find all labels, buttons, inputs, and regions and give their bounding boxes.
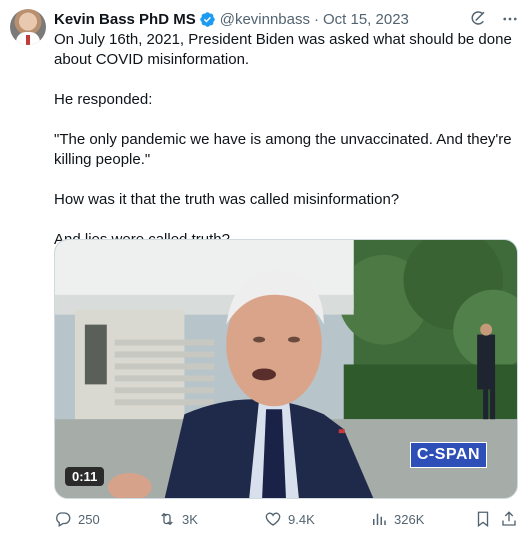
tweet-actions: 250 3K 9.4K 326K (54, 510, 522, 530)
share-icon (502, 511, 516, 526)
avatar[interactable] (10, 9, 46, 45)
views-icon (373, 513, 386, 525)
views-button[interactable]: 326K (370, 510, 424, 528)
views-count: 326K (394, 511, 425, 527)
tweet-paragraph: He responded: (54, 91, 153, 108)
bookmark-button[interactable] (474, 510, 492, 528)
tweet-paragraph: How was it that the truth was called mis… (54, 191, 400, 208)
like-button[interactable]: 9.4K (264, 510, 315, 528)
like-count: 9.4K (288, 511, 315, 527)
separator-dot: · (314, 10, 319, 28)
tweet-paragraph: "The only pandemic we have is among the … (54, 131, 512, 168)
repost-button[interactable]: 3K (158, 510, 198, 528)
tweet-paragraph: On July 16th, 2021, President Biden was … (54, 31, 512, 68)
like-icon (265, 512, 281, 526)
repost-icon (161, 512, 173, 526)
cspan-watermark: C-SPAN (409, 442, 487, 468)
tweet-text: On July 16th, 2021, President Biden was … (54, 30, 522, 250)
grok-icon[interactable] (469, 10, 487, 28)
tweet-header: Kevin Bass PhD MS @kevinnbass · Oct 15, … (54, 9, 409, 29)
video-duration: 0:11 (65, 467, 105, 486)
verified-badge-icon (199, 11, 216, 28)
tweet-date[interactable]: Oct 15, 2023 (323, 11, 409, 28)
tweet-top-actions (469, 10, 519, 28)
share-button[interactable] (500, 510, 518, 528)
author-name[interactable]: Kevin Bass PhD MS (54, 11, 196, 28)
author-handle[interactable]: @kevinnbass (220, 11, 310, 28)
bookmark-icon (477, 511, 489, 528)
reply-count: 250 (78, 511, 100, 527)
repost-count: 3K (182, 511, 198, 527)
reply-button[interactable]: 250 (54, 510, 100, 528)
more-icon[interactable] (501, 10, 519, 28)
video-player[interactable]: 0:11 C-SPAN (54, 239, 518, 499)
reply-icon (56, 512, 71, 527)
